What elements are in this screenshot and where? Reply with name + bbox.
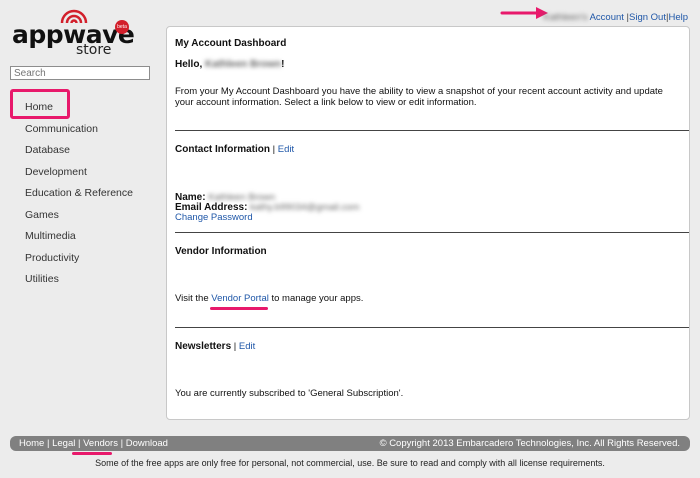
newsletters-section-header: Newsletters | Edit	[175, 341, 255, 352]
contact-heading: Contact Information	[175, 144, 270, 155]
account-link[interactable]: Account	[590, 12, 624, 23]
footer-vendors-link[interactable]: Vendors	[83, 438, 118, 449]
username-link[interactable]: Kathleen's	[543, 12, 587, 23]
beta-badge: beta	[115, 20, 129, 34]
sidebar-item-productivity[interactable]: Productivity	[25, 252, 79, 264]
account-dashboard-panel: My Account Dashboard Hello, Kathleen Bro…	[166, 26, 690, 420]
account-links: Kathleen's Account |Sign Out|Help	[543, 12, 688, 23]
greeting-prefix: Hello,	[175, 59, 206, 70]
email-value: kathy.b99034@gmail.com	[250, 202, 360, 213]
footer-bar: Home | Legal | Vendors | Download © Copy…	[10, 436, 690, 451]
greeting-suffix: !	[281, 59, 285, 70]
page-title: My Account Dashboard	[175, 38, 287, 49]
section-divider	[175, 130, 689, 131]
link-separator: |	[233, 341, 237, 352]
vendor-text: Visit the Vendor Portal to manage your a…	[175, 293, 363, 304]
sign-out-link[interactable]: Sign Out	[629, 12, 666, 23]
section-divider	[175, 232, 689, 233]
link-separator: |	[77, 438, 81, 449]
sidebar-item-utilities[interactable]: Utilities	[25, 273, 59, 285]
greeting: Hello, Kathleen Brown!	[175, 59, 284, 70]
contact-edit-link[interactable]: Edit	[278, 144, 294, 155]
sidebar-item-multimedia[interactable]: Multimedia	[25, 230, 76, 242]
sidebar-item-education-reference[interactable]: Education & Reference	[25, 187, 133, 199]
sidebar-item-games[interactable]: Games	[25, 209, 59, 221]
sidebar-item-development[interactable]: Development	[25, 166, 87, 178]
vendor-portal-underline-annotation	[210, 307, 268, 310]
vendor-text-prefix: Visit the	[175, 293, 212, 304]
newsletters-edit-link[interactable]: Edit	[239, 341, 255, 352]
section-divider	[175, 327, 689, 328]
link-separator: |	[120, 438, 124, 449]
link-separator: |	[46, 438, 50, 449]
newsletters-heading: Newsletters	[175, 341, 232, 352]
vendors-underline-annotation	[72, 452, 112, 455]
sidebar-item-home[interactable]: Home	[25, 101, 53, 113]
appwave-store-logo[interactable]: appwave beta store	[12, 8, 135, 60]
vendor-portal-link[interactable]: Vendor Portal	[211, 293, 269, 304]
logo-store-text: store	[76, 42, 112, 58]
footer-download-link[interactable]: Download	[126, 438, 168, 449]
footer-legal-link[interactable]: Legal	[52, 438, 75, 449]
copyright-text: © Copyright 2013 Embarcadero Technologie…	[379, 438, 680, 449]
vendor-text-suffix: to manage your apps.	[268, 293, 364, 304]
greeting-name: Kathleen Brown	[205, 59, 282, 70]
help-link[interactable]: Help	[668, 12, 688, 23]
subscription-status-text: You are currently subscribed to 'General…	[175, 388, 404, 399]
sidebar-item-database[interactable]: Database	[25, 144, 70, 156]
link-separator: |	[272, 144, 276, 155]
dashboard-intro-text: From your My Account Dashboard you have …	[175, 86, 663, 108]
sidebar-item-communication[interactable]: Communication	[25, 123, 98, 135]
contact-section-header: Contact Information | Edit	[175, 144, 294, 155]
footer-links: Home | Legal | Vendors | Download	[19, 438, 168, 449]
license-disclaimer: Some of the free apps are only free for …	[95, 458, 605, 468]
vendor-heading: Vendor Information	[175, 246, 267, 257]
footer-home-link[interactable]: Home	[19, 438, 44, 449]
change-password-link[interactable]: Change Password	[175, 212, 253, 223]
search-input[interactable]	[10, 66, 150, 80]
